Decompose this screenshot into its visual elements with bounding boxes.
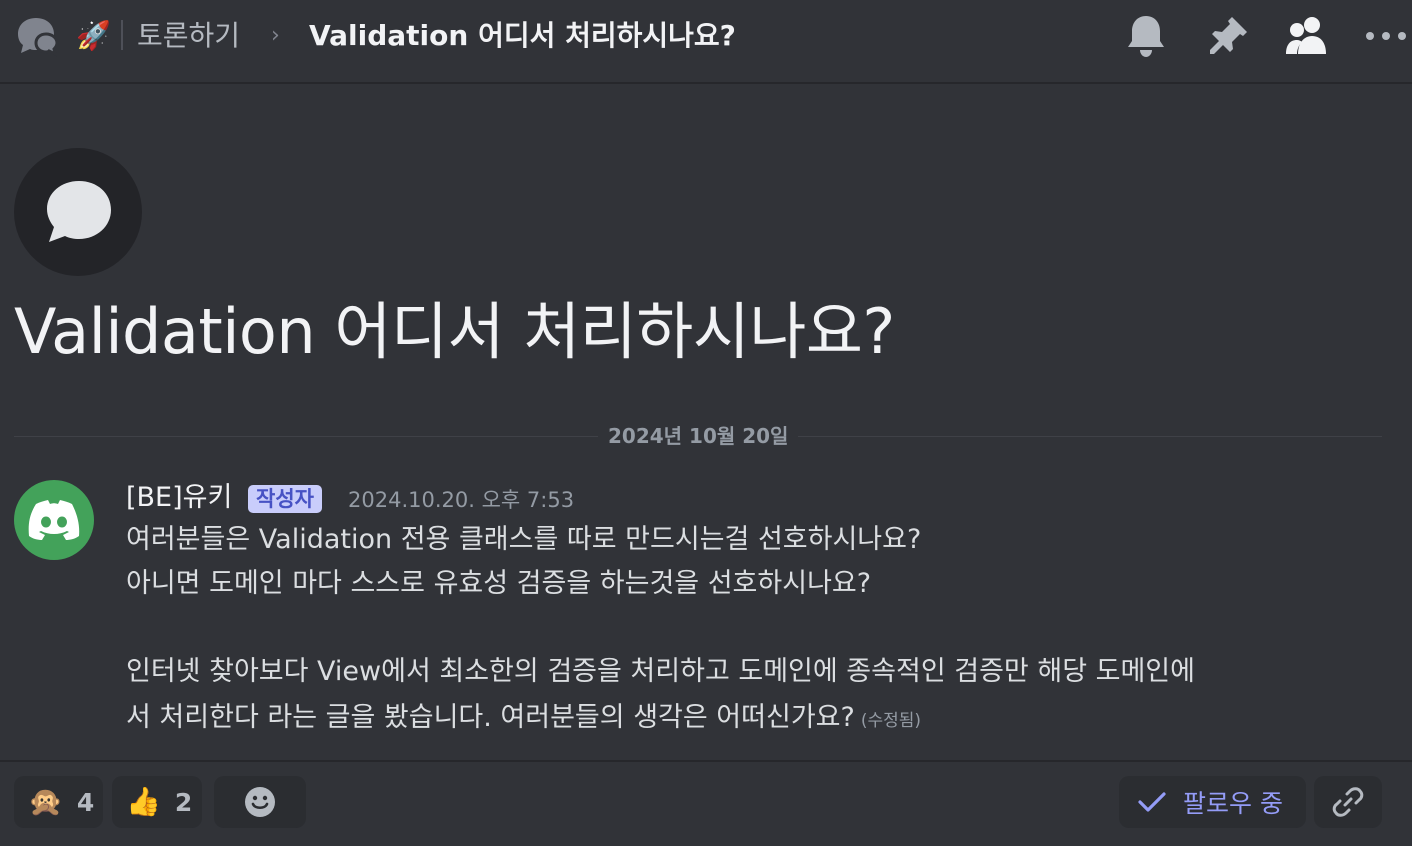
date-divider-label: 2024년 10월 20일 <box>598 422 799 450</box>
add-reaction-button[interactable] <box>214 776 306 828</box>
message-line-1: 여러분들은 Validation 전용 클래스를 따로 만드시는걸 선호하시나요… <box>126 524 922 555</box>
message-line-2: 아니면 도메인 마다 스스로 유효성 검증을 하는것을 선호하시나요? <box>126 568 872 599</box>
forum-icon <box>16 14 60 58</box>
reaction-count: 4 <box>76 787 95 817</box>
thread-title: Validation 어디서 처리하시나요? <box>14 295 895 368</box>
header-bar: 🚀 토론하기 › Validation 어디서 처리하시나요? <box>0 0 1412 84</box>
more-icon[interactable] <box>1364 14 1408 58</box>
avatar[interactable] <box>14 480 94 560</box>
members-icon[interactable] <box>1284 14 1328 58</box>
reaction-speak-no-evil[interactable]: 🙊 4 <box>14 776 103 828</box>
link-icon <box>1332 787 1364 817</box>
bell-icon[interactable] <box>1124 14 1168 58</box>
edited-label: (수정됨) <box>860 711 922 731</box>
thread-chat-icon <box>14 148 142 276</box>
header-separator <box>121 20 123 50</box>
thread-title-header: Validation 어디서 처리하시나요? <box>309 19 736 52</box>
speak-no-evil-monkey-icon: 🙊 <box>28 785 63 818</box>
author-badge: 작성자 <box>248 485 322 513</box>
message-line-5: 서 처리한다 라는 글을 봤습니다. 여러분들의 생각은 어떠신가요? (수정됨) <box>126 696 921 743</box>
thumbs-up-icon: 👍 <box>126 785 161 818</box>
bottom-divider <box>0 760 1412 762</box>
channel-name-link[interactable]: 토론하기 <box>137 16 240 56</box>
pin-icon[interactable] <box>1206 14 1250 58</box>
rocket-icon: 🚀 <box>76 19 111 52</box>
reaction-thumbs-up[interactable]: 👍 2 <box>112 776 202 828</box>
reaction-count: 2 <box>174 787 193 817</box>
message-line-5-text: 서 처리한다 라는 글을 봤습니다. 여러분들의 생각은 어떠신가요? <box>126 702 855 733</box>
message-line-4: 인터넷 찾아보다 View에서 최소한의 검증을 처리하고 도메인에 종속적인 … <box>126 656 1195 687</box>
message-author[interactable]: [BE]유키 <box>126 480 232 516</box>
following-label: 팔로우 중 <box>1183 789 1283 818</box>
copy-link-button[interactable] <box>1314 776 1382 828</box>
smile-icon <box>245 787 275 817</box>
check-icon <box>1138 792 1166 812</box>
message-timestamp: 2024.10.20. 오후 7:53 <box>348 488 575 512</box>
following-button[interactable]: 팔로우 중 <box>1119 776 1306 828</box>
chevron-right-icon: › <box>271 23 280 48</box>
